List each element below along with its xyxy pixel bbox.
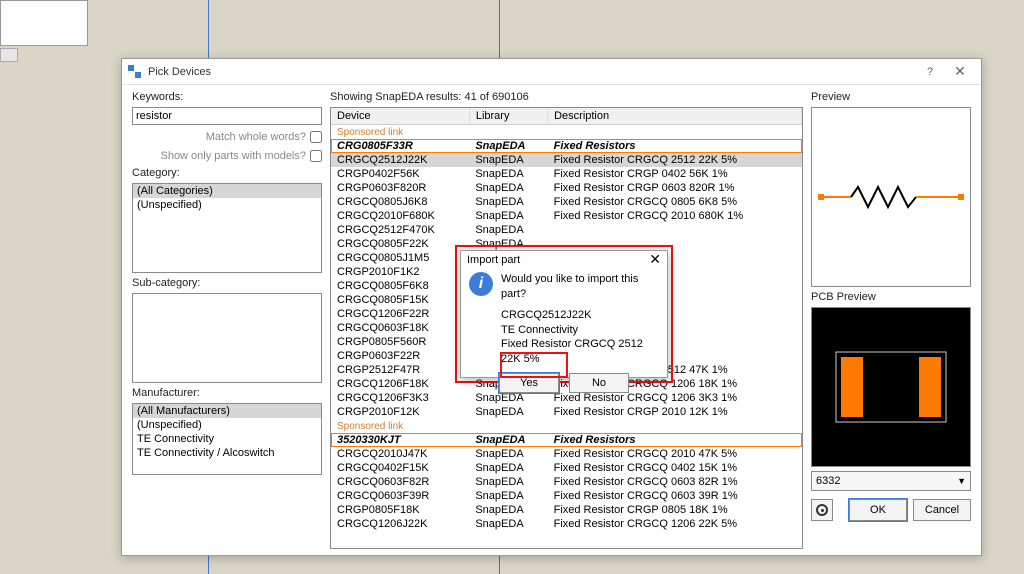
cancel-button[interactable]: Cancel [913, 499, 971, 521]
pcb-preview [811, 307, 971, 467]
package-select[interactable]: 6332 ▼ [811, 471, 971, 491]
import-titlebar[interactable]: Import part ✕ [461, 251, 667, 268]
list-item[interactable]: TE Connectivity [133, 432, 321, 446]
app-icon [128, 65, 142, 79]
close-button[interactable]: ✕ [945, 63, 975, 80]
subcategory-list[interactable] [132, 293, 322, 383]
close-button[interactable]: ✕ [649, 251, 661, 268]
models-only-label: Show only parts with models? [160, 150, 306, 162]
footprint-icon [816, 327, 966, 447]
sponsored-row[interactable]: CRG0805F33RSnapEDAFixed Resistors [331, 139, 802, 153]
table-row[interactable]: CRGCQ2512F470KSnapEDA [331, 223, 802, 237]
schematic-preview [811, 107, 971, 287]
category-label: Category: [132, 167, 322, 179]
table-row[interactable]: CRGCQ0805F22KSnapEDA [331, 237, 802, 251]
match-whole-words-label: Match whole words? [206, 131, 306, 143]
col-device[interactable]: Device [331, 108, 469, 125]
titlebar[interactable]: Pick Devices ? ✕ [122, 59, 981, 85]
list-item[interactable]: (All Categories) [133, 184, 321, 198]
table-row[interactable]: CRGCQ2010J47KSnapEDAFixed Resistor CRGCQ… [331, 447, 802, 461]
table-row[interactable]: CRGP0805F18KSnapEDAFixed Resistor CRGP 0… [331, 503, 802, 517]
package-value: 6332 [816, 475, 840, 487]
manufacturer-list[interactable]: (All Manufacturers) (Unspecified) TE Con… [132, 403, 322, 475]
import-message: Would you like to import this part? CRGC… [501, 272, 659, 367]
table-row[interactable]: CRGCQ2010F680KSnapEDAFixed Resistor CRGC… [331, 209, 802, 223]
models-only-checkbox[interactable] [310, 150, 322, 162]
sponsored-link-label: Sponsored link [331, 125, 802, 140]
col-desc[interactable]: Description [548, 108, 802, 125]
table-row[interactable]: CRGCQ0603F39RSnapEDAFixed Resistor CRGCQ… [331, 489, 802, 503]
canvas-doc-thumb [0, 0, 88, 46]
import-part-dialog: Import part ✕ i Would you like to import… [460, 250, 668, 378]
list-item[interactable]: (Unspecified) [133, 418, 321, 432]
table-row[interactable]: CRGCQ0805J6K8SnapEDAFixed Resistor CRGCQ… [331, 195, 802, 209]
help-button[interactable]: ? [915, 66, 945, 78]
sponsored-row[interactable]: 3520330KJTSnapEDAFixed Resistors [331, 433, 802, 447]
list-item[interactable]: (All Manufacturers) [133, 404, 321, 418]
info-icon: i [469, 272, 493, 296]
yes-button[interactable]: Yes [499, 373, 559, 393]
results-status: Showing SnapEDA results: 41 of 690106 [330, 91, 803, 107]
no-button[interactable]: No [569, 373, 629, 393]
col-library[interactable]: Library [469, 108, 547, 125]
category-list[interactable]: (All Categories) (Unspecified) [132, 183, 322, 273]
settings-button[interactable] [811, 499, 833, 521]
table-row[interactable]: CRGP0603F820RSnapEDAFixed Resistor CRGP … [331, 181, 802, 195]
list-item[interactable]: (Unspecified) [133, 198, 321, 212]
import-title: Import part [467, 254, 520, 266]
manufacturer-label: Manufacturer: [132, 387, 322, 399]
list-item[interactable]: TE Connectivity / Alcoswitch [133, 446, 321, 460]
canvas-panel-chip [0, 48, 18, 62]
pcb-preview-label: PCB Preview [811, 291, 971, 303]
table-row[interactable]: CRGCQ1206J22KSnapEDAFixed Resistor CRGCQ… [331, 517, 802, 531]
sponsored-link-label: Sponsored link [331, 419, 802, 433]
table-row[interactable]: CRGCQ0603F82RSnapEDAFixed Resistor CRGCQ… [331, 475, 802, 489]
table-row[interactable]: CRGP2010F12KSnapEDAFixed Resistor CRGP 2… [331, 405, 802, 419]
keywords-input[interactable] [132, 107, 322, 125]
dialog-title: Pick Devices [148, 66, 915, 78]
table-row[interactable]: CRGCQ2512J22KSnapEDAFixed Resistor CRGCQ… [331, 153, 802, 167]
table-row[interactable]: CRGP0402F56KSnapEDAFixed Resistor CRGP 0… [331, 167, 802, 181]
chevron-down-icon: ▼ [957, 476, 966, 486]
subcategory-label: Sub-category: [132, 277, 322, 289]
match-whole-words-checkbox[interactable] [310, 131, 322, 143]
preview-label: Preview [811, 91, 971, 103]
gear-icon [816, 504, 828, 516]
resistor-symbol-icon [816, 177, 966, 217]
keywords-label: Keywords: [132, 91, 322, 103]
table-row[interactable]: CRGCQ0402F15KSnapEDAFixed Resistor CRGCQ… [331, 461, 802, 475]
ok-button[interactable]: OK [849, 499, 907, 521]
